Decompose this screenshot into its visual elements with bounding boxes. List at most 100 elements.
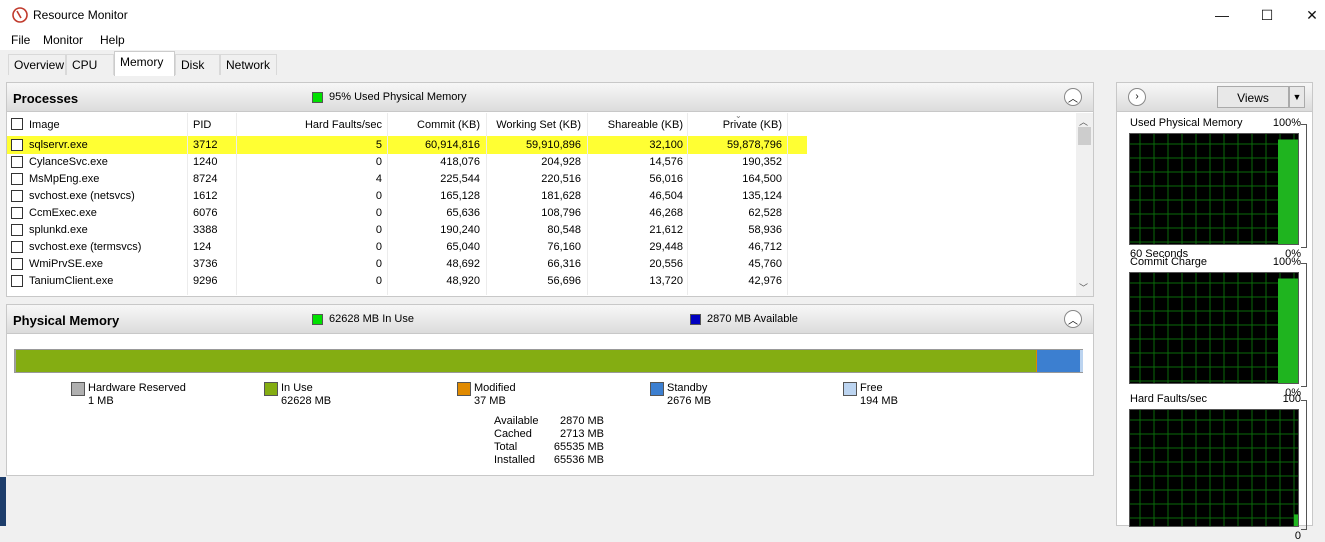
views-dropdown-icon[interactable]: ▼ [1289,86,1305,108]
window-title: Resource Monitor [33,8,128,22]
table-row[interactable]: TaniumClient.exe 9296 0 48,920 56,696 13,720 4… [7,272,1075,289]
tab-memory[interactable]: Memory [114,51,175,76]
cell-hard-faults: 0 [375,207,382,219]
minimize-icon[interactable]: — [1199,0,1245,30]
processes-header[interactable]: Processes 95% Used Physical Memory ︿ [7,83,1093,112]
row-checkbox[interactable] [11,207,23,219]
tab-disk[interactable]: Disk [175,54,220,75]
cell-private: 42,976 [748,275,782,287]
legend-swatch [650,382,664,396]
views-button[interactable]: Views [1217,86,1289,108]
menu-monitor[interactable]: Monitor [43,33,83,47]
cell-shareable: 13,720 [649,275,683,287]
cell-image: svchost.exe (netsvcs) [29,190,135,202]
table-row[interactable]: CylanceSvc.exe 1240 0 418,076 204,928 14,576 1… [7,153,1075,170]
cell-commit: 418,076 [440,156,480,168]
col-commit-header[interactable]: Commit (KB) [387,119,480,131]
row-checkbox[interactable] [11,156,23,168]
available-summary: 2870 MB Available [690,313,798,325]
cell-shareable: 20,556 [649,258,683,270]
processes-memory-summary: 95% Used Physical Memory [312,91,467,103]
cell-hard-faults: 0 [375,258,382,270]
scroll-down-icon[interactable]: ﹀ [1079,281,1088,294]
resource-monitor-app-icon [12,7,28,23]
physical-memory-section: Physical Memory 62628 MB In Use 2870 MB … [6,304,1094,476]
cell-working-set: 56,696 [547,275,581,287]
cell-pid: 1612 [193,190,218,202]
physical-memory-header[interactable]: Physical Memory 62628 MB In Use 2870 MB … [7,305,1093,334]
graph-canvas [1129,133,1299,245]
row-checkbox[interactable] [11,258,23,270]
cell-hard-faults: 4 [375,173,382,185]
cell-shareable: 46,504 [649,190,683,202]
maximize-icon[interactable]: ☐ [1244,0,1290,30]
cell-image: sqlservr.exe [29,139,88,151]
graph-max-label: 100% [1272,117,1301,129]
tab-bar: Overview CPU Memory Disk Network [0,50,1325,76]
cell-shareable: 21,612 [649,224,683,236]
summary-key: Cached [494,428,532,440]
cell-pid: 3388 [193,224,218,236]
table-row[interactable]: svchost.exe (termsvcs) 124 0 65,040 76,160 29… [7,238,1075,255]
cell-image: svchost.exe (termsvcs) [29,241,142,253]
table-row[interactable]: MsMpEng.exe 8724 4 225,544 220,516 56,016 164,… [7,170,1075,187]
cell-working-set: 76,160 [547,241,581,253]
cell-private: 45,760 [748,258,782,270]
table-row[interactable]: splunkd.exe 3388 0 190,240 80,548 21,612 58,93… [7,221,1075,238]
graph-scale-bracket [1301,124,1307,248]
col-hard-faults-header[interactable]: Hard Faults/sec [237,119,382,131]
cell-shareable: 29,448 [649,241,683,253]
menu-file[interactable]: File [11,33,30,47]
tab-network[interactable]: Network [220,54,277,75]
col-image-header[interactable]: Image [29,119,60,131]
table-row[interactable]: CcmExec.exe 6076 0 65,636 108,796 46,268 62,52… [7,204,1075,221]
graph-canvas [1129,272,1299,384]
cell-image: splunkd.exe [29,224,88,236]
graph-max-label: 100% [1272,256,1301,268]
col-private-header[interactable]: Private (KB) [687,119,782,131]
table-row[interactable]: svchost.exe (netsvcs) 1612 0 165,128 181,628… [7,187,1075,204]
processes-scrollbar[interactable]: ︿ ﹀ [1076,113,1093,296]
legend-label: Standby [667,382,708,394]
tab-cpu[interactable]: CPU [66,54,114,75]
collapse-physical-memory-button[interactable]: ︿ [1064,310,1082,328]
legend-value: 37 MB [474,395,506,407]
cell-commit: 65,040 [446,241,480,253]
cell-working-set: 204,928 [541,156,581,168]
cell-private: 62,528 [748,207,782,219]
summary-value: 2870 MB [559,415,604,427]
row-checkbox[interactable] [11,275,23,287]
processes-section: Processes 95% Used Physical Memory ︿ Ima… [6,82,1094,297]
row-checkbox[interactable] [11,139,23,151]
legend-value: 2676 MB [667,395,712,407]
row-checkbox[interactable] [11,190,23,202]
col-pid-header[interactable]: PID [193,119,211,131]
row-checkbox[interactable] [11,173,23,185]
scroll-thumb[interactable] [1078,127,1091,145]
cell-commit: 60,914,816 [424,139,480,151]
collapse-processes-button[interactable]: ︿ [1064,88,1082,106]
table-row[interactable]: sqlservr.exe 3712 5 60,914,816 59,910,896 32,… [7,136,1075,153]
cell-hard-faults: 0 [375,224,382,236]
graph-title: Commit Charge [1130,256,1208,268]
cell-commit: 48,920 [446,275,480,287]
expand-pane-icon[interactable]: › [1128,88,1146,106]
row-checkbox[interactable] [11,224,23,236]
close-icon[interactable]: ✕ [1289,0,1325,30]
col-shareable-header[interactable]: Shareable (KB) [587,119,683,131]
legend-value: 62628 MB [281,395,332,407]
available-swatch [690,313,701,325]
col-working-set-header[interactable]: Working Set (KB) [485,119,581,131]
row-checkbox[interactable] [11,241,23,253]
legend-swatch [843,382,857,396]
select-all-checkbox[interactable] [11,118,23,130]
summary-value: 65536 MB [553,454,604,466]
cell-commit: 48,692 [446,258,480,270]
cell-working-set: 80,548 [547,224,581,236]
table-row[interactable]: WmiPrvSE.exe 3736 0 48,692 66,316 20,556 45,76… [7,255,1075,272]
tab-overview[interactable]: Overview [8,54,66,75]
cell-shareable: 32,100 [649,139,683,151]
summary-key: Installed [494,454,535,466]
menu-help[interactable]: Help [100,33,125,47]
cell-shareable: 46,268 [649,207,683,219]
